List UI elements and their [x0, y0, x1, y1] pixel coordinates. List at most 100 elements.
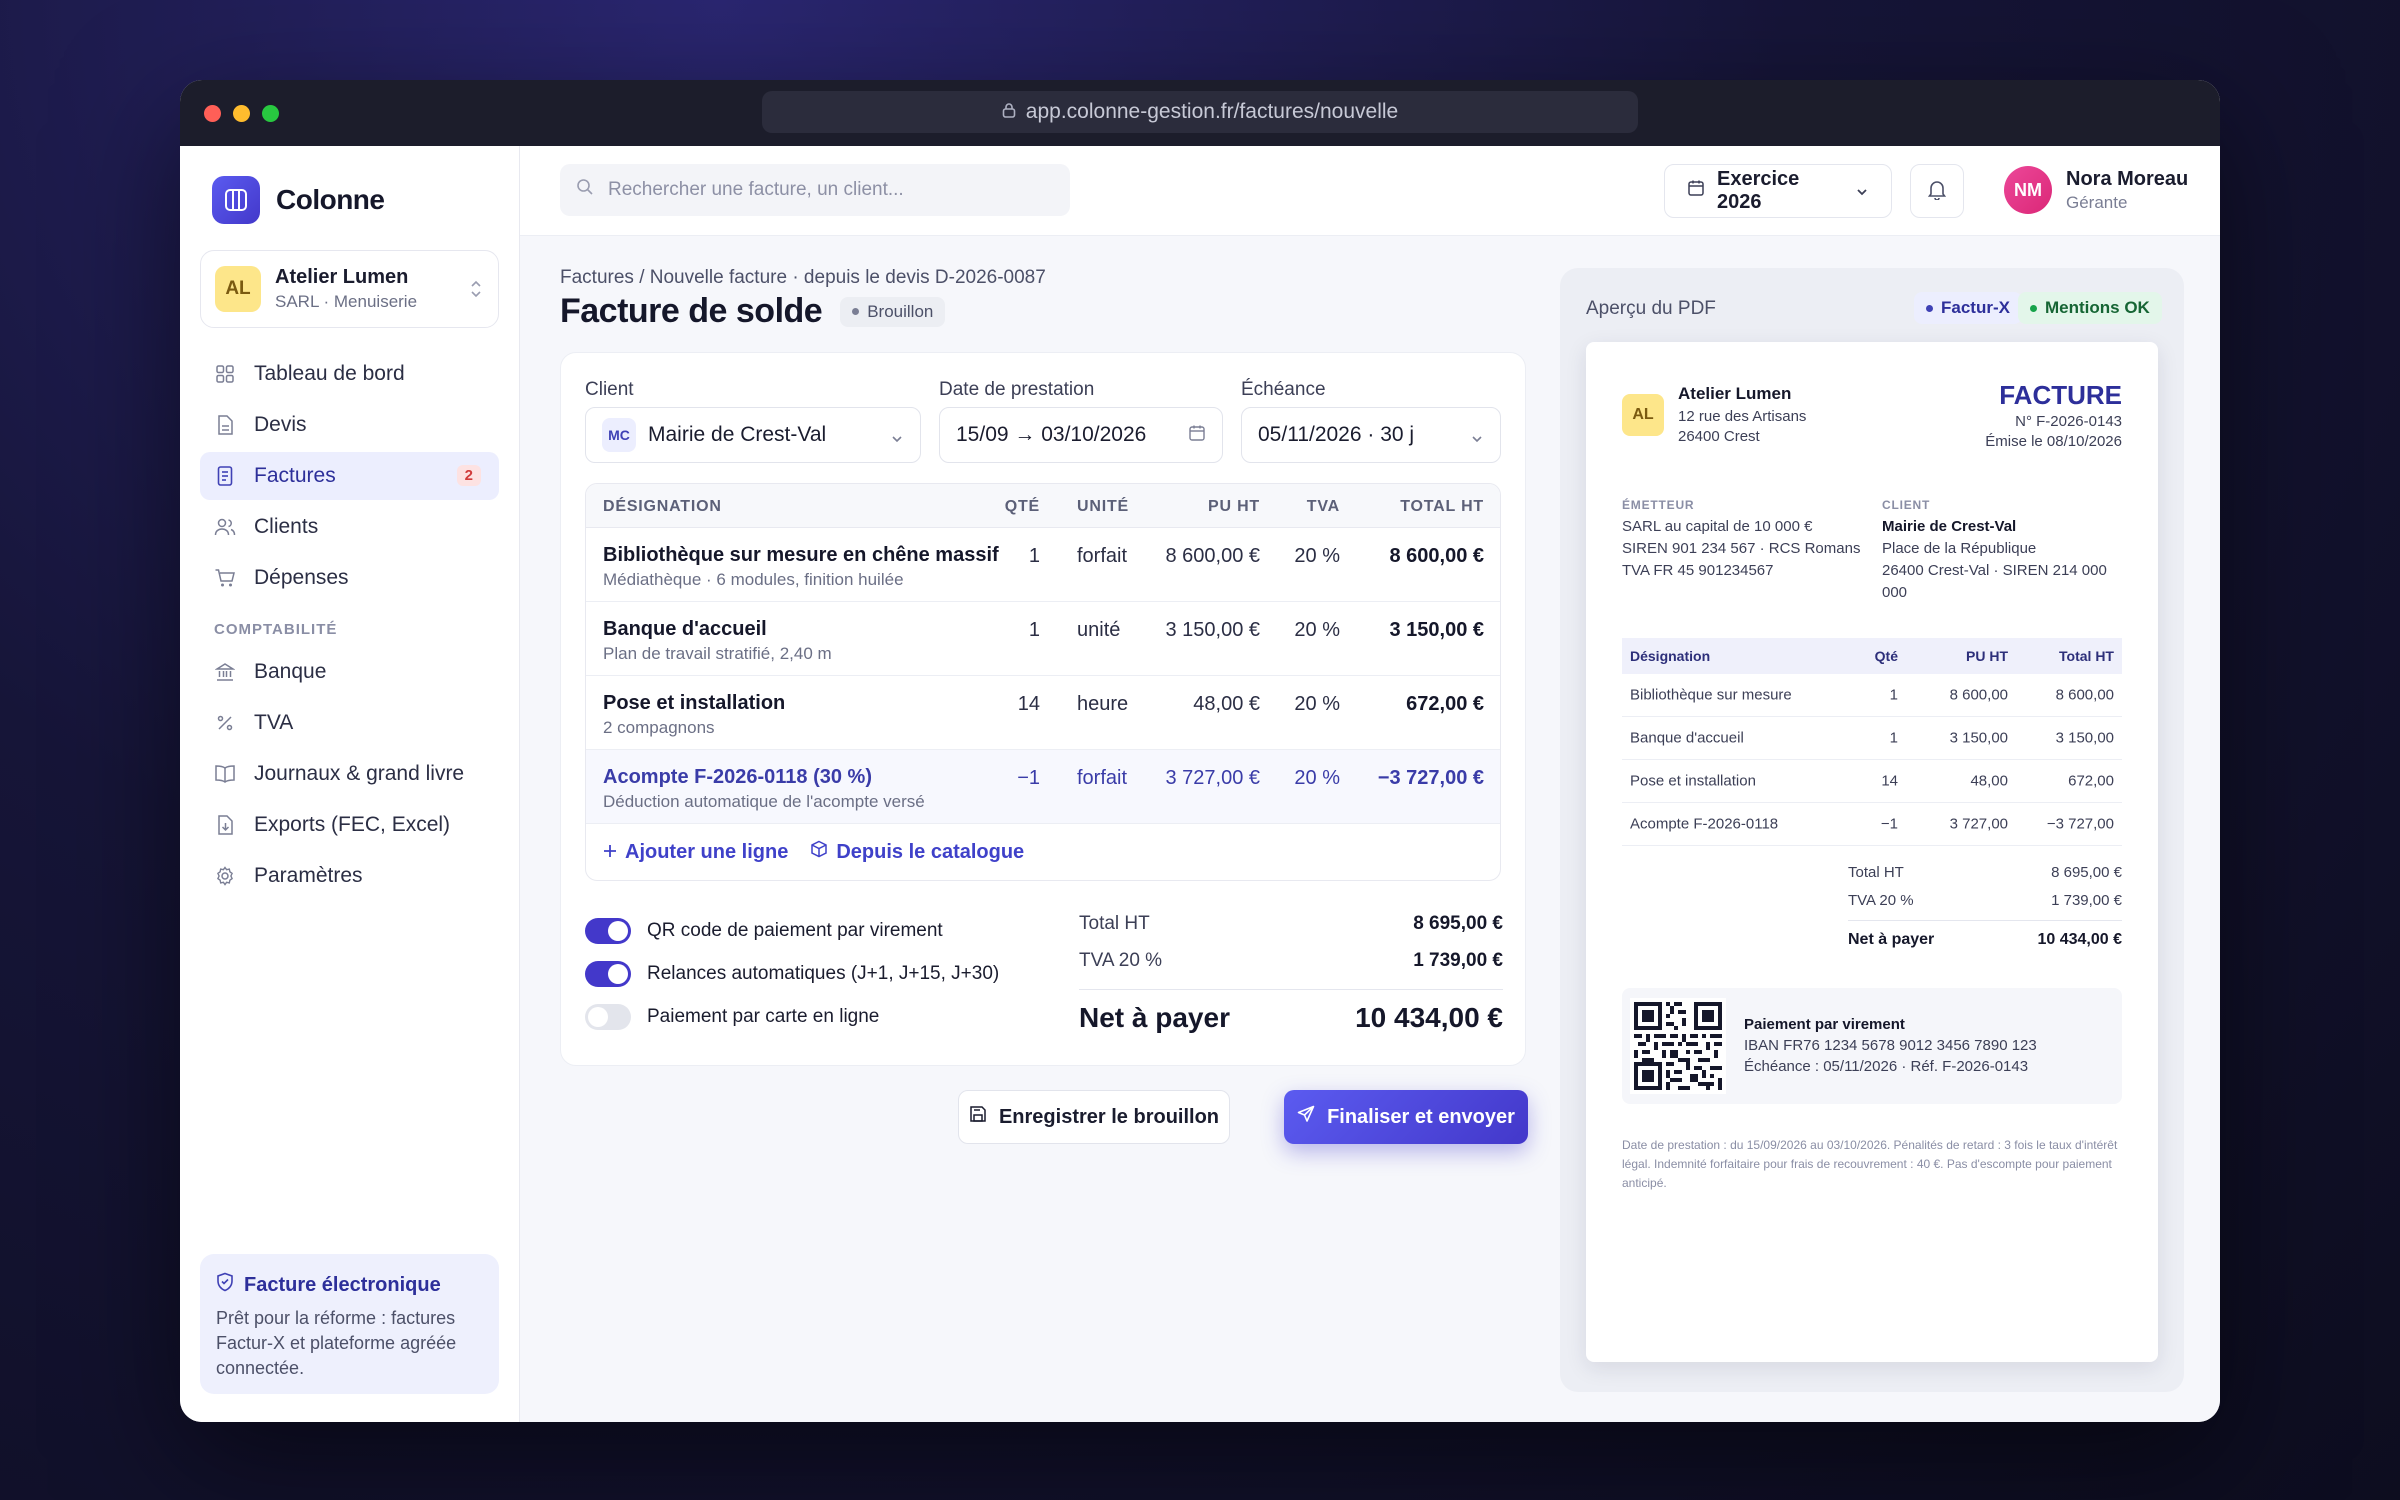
legal-mentions: Date de prestation : du 15/09/2026 au 03…	[1622, 1138, 2118, 1190]
save-draft-button[interactable]: Enregistrer le brouillon	[958, 1090, 1230, 1144]
sidebar-item-parametres[interactable]: Paramètres	[200, 852, 499, 900]
sidebar-item-label: Dépenses	[254, 566, 349, 589]
pdf-line-qte: 14	[1881, 772, 1898, 790]
maximize-window-button[interactable]	[262, 105, 279, 122]
search-input[interactable]: Rechercher une facture, un client...	[560, 164, 1070, 216]
line-unite: forfait	[1077, 767, 1128, 789]
pdf-total-ht-value: 8 695,00 €	[2051, 864, 2122, 881]
invoice-icon	[214, 465, 236, 487]
table-row[interactable]: Bibliothèque sur mesure en chêne massif …	[586, 528, 1500, 602]
pdf-line-qte: 1	[1889, 729, 1898, 747]
export-icon	[214, 814, 236, 836]
table-row[interactable]: Pose et installation 2 compagnons 14 heu…	[586, 676, 1500, 750]
document-icon	[214, 414, 236, 436]
users-icon	[214, 516, 236, 538]
toggle-relances[interactable]: Relances automatiques (J+1, J+15, J+30)	[585, 952, 999, 995]
catalog-button[interactable]: Depuis le catalogue	[810, 840, 1024, 864]
shield-check-icon	[216, 1272, 234, 1298]
emitter-line: TVA FR 45 901234567	[1622, 562, 1774, 579]
sidebar-item-devis[interactable]: Devis	[200, 401, 499, 449]
tva-label: TVA 20 %	[1079, 949, 1163, 971]
pdf-line-designation: Pose et installation	[1630, 772, 1756, 790]
client-line: Place de la République	[1882, 540, 2037, 557]
main-nav: Tableau de bord Devis Factures 2 Clients	[200, 350, 499, 900]
col-designation: DÉSIGNATION	[603, 498, 722, 515]
date-range-field[interactable]: 15/09 → 03/10/2026	[939, 407, 1223, 463]
user-menu[interactable]: NM Nora Moreau Gérante	[2004, 166, 2188, 214]
invoice-lines-table: DÉSIGNATION QTÉ UNITÉ PU HT TVA TOTAL HT…	[585, 483, 1501, 881]
toggle-switch-off[interactable]	[585, 1003, 631, 1030]
chevron-down-icon	[1855, 180, 1869, 203]
exercice-value: Exercice 2026	[1717, 168, 1800, 213]
emitter-line: SIREN 901 234 567 · RCS Romans	[1622, 540, 1861, 557]
col-total: TOTAL HT	[1400, 498, 1484, 515]
status-badge: Brouillon	[840, 296, 946, 327]
pdf-line-pu: 48,00	[1970, 772, 2008, 790]
line-unite: unité	[1077, 619, 1121, 641]
sidebar-item-label: Tableau de bord	[254, 362, 405, 385]
lock-icon	[1002, 100, 1016, 124]
status-label: Brouillon	[867, 301, 934, 321]
line-pu: 3 150,00 €	[1165, 619, 1260, 641]
pdf-table-row: Acompte F-2026-0118 −1 3 727,00 −3 727,0…	[1622, 803, 2122, 846]
notifications-button[interactable]	[1910, 164, 1964, 218]
calendar-icon[interactable]	[1188, 424, 1206, 448]
due-date-select[interactable]: 05/11/2026 · 30 j	[1241, 407, 1501, 463]
toggle-card-payment[interactable]: Paiement par carte en ligne	[585, 995, 999, 1038]
save-icon	[969, 1105, 987, 1129]
pdf-line-pu: 8 600,00	[1949, 686, 2008, 704]
finalize-send-button[interactable]: Finaliser et envoyer	[1284, 1090, 1528, 1144]
toggle-switch-on[interactable]	[585, 917, 631, 944]
invoice-form-card: Client MC Mairie de Crest-Val Date de pr…	[560, 352, 1526, 1066]
exercice-select[interactable]: Exercice 2026	[1664, 164, 1892, 218]
pdf-col-qte: Qté	[1874, 648, 1898, 664]
add-line-button[interactable]: Ajouter une ligne	[603, 840, 788, 864]
mentions-ok-label: Mentions OK	[2045, 298, 2150, 317]
browser-window: app.colonne-gestion.fr/factures/nouvelle…	[180, 80, 2220, 1422]
send-icon	[1297, 1105, 1315, 1129]
client-select[interactable]: MC Mairie de Crest-Val	[585, 407, 921, 463]
pdf-net-row: Net à payer 10 434,00 €	[1848, 920, 2122, 949]
chevron-updown-icon	[470, 278, 482, 301]
toggle-qr-code[interactable]: QR code de paiement par virement	[585, 909, 999, 952]
organization-switcher[interactable]: AL Atelier Lumen SARL · Menuiserie	[200, 250, 499, 328]
table-row-deposit[interactable]: Acompte F-2026-0118 (30 %) Déduction aut…	[586, 750, 1500, 824]
qr-code-icon	[1630, 998, 1726, 1098]
line-description: Plan de travail stratifié, 2,40 m	[603, 644, 832, 663]
sidebar-item-clients[interactable]: Clients	[200, 503, 499, 551]
totals-block: Total HT 8 695,00 € TVA 20 % 1 739,00 € …	[1079, 905, 1503, 1034]
sidebar-item-exports[interactable]: Exports (FEC, Excel)	[200, 801, 499, 849]
sidebar-item-factures[interactable]: Factures 2	[200, 452, 499, 500]
sidebar-item-tva[interactable]: TVA	[200, 699, 499, 747]
address-bar[interactable]: app.colonne-gestion.fr/factures/nouvelle	[762, 91, 1638, 133]
sidebar-item-banque[interactable]: Banque	[200, 648, 499, 696]
sidebar-item-journaux[interactable]: Journaux & grand livre	[200, 750, 499, 798]
pdf-page[interactable]: AL Atelier Lumen 12 rue des Artisans 264…	[1586, 342, 2158, 1362]
main-content: Rechercher une facture, un client... Exe…	[520, 146, 2220, 1422]
count-badge: 2	[456, 465, 481, 486]
calendar-icon	[1687, 179, 1705, 203]
line-designation: Acompte F-2026-0118 (30 %)	[603, 766, 873, 788]
sidebar-item-label: Paramètres	[254, 864, 363, 887]
breadcrumb: Factures / Nouvelle facture · depuis le …	[560, 267, 1046, 288]
mentions-ok-badge: Mentions OK	[2018, 292, 2162, 324]
payment-due: Échéance : 05/11/2026 · Réf. F-2026-0143	[1744, 1058, 2029, 1075]
company-name: Atelier Lumen	[1678, 384, 1792, 403]
line-tva: 20 %	[1294, 545, 1340, 567]
toggle-switch-on[interactable]	[585, 960, 631, 987]
payment-block: Paiement par virement IBAN FR76 1234 567…	[1622, 988, 2122, 1104]
minimize-window-button[interactable]	[233, 105, 250, 122]
close-window-button[interactable]	[204, 105, 221, 122]
col-tva: TVA	[1306, 498, 1340, 515]
pdf-col-total: Total HT	[2059, 648, 2114, 664]
company-address: 12 rue des Artisans	[1678, 408, 1807, 425]
bank-icon	[214, 661, 236, 683]
pdf-total-ht-row: Total HT 8 695,00 €	[1848, 864, 2122, 881]
sidebar-item-dashboard[interactable]: Tableau de bord	[200, 350, 499, 398]
sidebar-item-depenses[interactable]: Dépenses	[200, 554, 499, 602]
col-pu: PU HT	[1208, 498, 1260, 515]
table-row[interactable]: Banque d'accueil Plan de travail stratif…	[586, 602, 1500, 676]
brand[interactable]: Colonne	[200, 176, 499, 224]
toggle-label: QR code de paiement par virement	[647, 919, 943, 941]
browser-titlebar: app.colonne-gestion.fr/factures/nouvelle	[180, 80, 2220, 146]
